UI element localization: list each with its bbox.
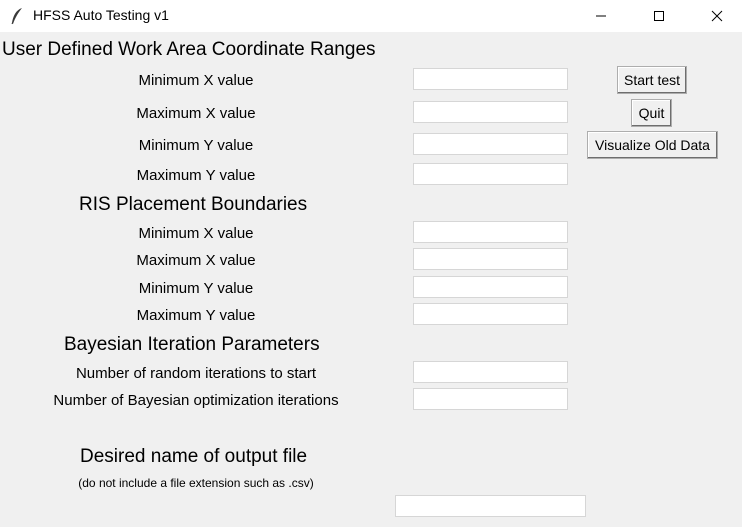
ris-max-y-input[interactable] [413,303,568,325]
random-iterations-input[interactable] [413,361,568,383]
output-heading: Desired name of output file [80,446,308,467]
work-area-max-y-label: Maximum Y value [136,167,256,184]
maximize-icon [654,11,664,21]
output-note: (do not include a file extension such as… [78,476,314,490]
minimize-icon [596,15,606,17]
work-area-heading: User Defined Work Area Coordinate Ranges [2,39,376,60]
visualize-old-data-button[interactable]: Visualize Old Data [587,131,718,159]
work-area-min-y-label: Minimum Y value [138,137,254,154]
work-area-min-x-label: Minimum X value [138,72,254,89]
bayesian-heading: Bayesian Iteration Parameters [64,334,320,355]
output-filename-input[interactable] [395,495,586,517]
close-icon [711,10,723,22]
bayesian-iterations-label: Number of Bayesian optimization iteratio… [53,392,339,409]
bayesian-iterations-input[interactable] [413,388,568,410]
ris-min-x-input[interactable] [413,221,568,243]
close-button[interactable] [694,0,740,32]
ris-max-y-label: Maximum Y value [136,307,256,324]
start-test-button[interactable]: Start test [617,66,687,94]
maximize-button[interactable] [636,0,682,32]
ris-min-x-label: Minimum X value [138,225,254,242]
ris-max-x-label: Maximum X value [136,252,256,269]
work-area-min-y-input[interactable] [413,133,568,155]
window-title: HFSS Auto Testing v1 [33,7,169,23]
ris-min-y-label: Minimum Y value [138,280,254,297]
ris-min-y-input[interactable] [413,276,568,298]
work-area-max-x-input[interactable] [413,101,568,123]
title-bar: HFSS Auto Testing v1 [0,0,742,32]
minimize-button[interactable] [578,0,624,32]
work-area-min-x-input[interactable] [413,68,568,90]
work-area-max-y-input[interactable] [413,163,568,185]
ris-heading: RIS Placement Boundaries [79,194,308,215]
ris-max-x-input[interactable] [413,248,568,270]
feather-icon [11,8,22,25]
work-area-max-x-label: Maximum X value [136,105,256,122]
random-iterations-label: Number of random iterations to start [75,365,317,382]
quit-button[interactable]: Quit [631,99,672,127]
